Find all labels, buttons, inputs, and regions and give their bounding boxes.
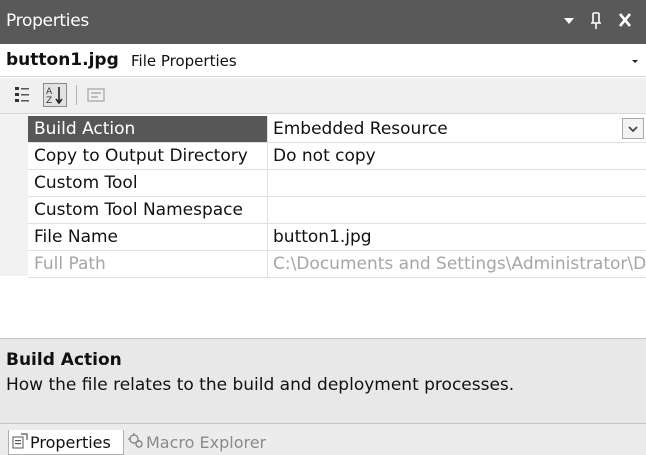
- property-name: Custom Tool: [34, 173, 138, 193]
- toolbar-separator: [76, 85, 77, 105]
- description-pane: Build Action How the file relates to the…: [0, 338, 646, 424]
- tab-macro-explorer[interactable]: Macro Explorer: [126, 430, 266, 455]
- property-row-custom-tool[interactable]: Custom Tool: [28, 170, 646, 197]
- object-type: File Properties: [131, 52, 237, 70]
- property-name: Full Path: [34, 254, 106, 274]
- property-value[interactable]: Embedded Resource: [267, 116, 646, 142]
- property-row-build-action[interactable]: Build Action Embedded Resource: [28, 116, 646, 143]
- svg-text:Z: Z: [46, 96, 52, 106]
- tab-properties[interactable]: Properties: [8, 430, 124, 455]
- tab-label: Macro Explorer: [146, 433, 267, 452]
- window-title: Properties: [6, 11, 89, 31]
- property-name: Build Action: [28, 116, 267, 142]
- property-name: Custom Tool Namespace: [34, 200, 243, 220]
- property-value[interactable]: Do not copy: [267, 143, 646, 169]
- property-row-custom-tool-namespace[interactable]: Custom Tool Namespace: [28, 197, 646, 224]
- alphabetical-icon[interactable]: A Z: [43, 83, 67, 107]
- tool-window-tabs: Properties Macro Explorer: [0, 424, 646, 455]
- property-value[interactable]: [267, 170, 646, 196]
- pin-icon[interactable]: [584, 7, 608, 33]
- property-name: File Name: [34, 227, 119, 247]
- property-row-file-name[interactable]: File Name button1.jpg: [28, 224, 646, 251]
- close-icon[interactable]: [613, 7, 637, 33]
- window-titlebar: Properties: [0, 0, 646, 44]
- object-selector[interactable]: button1.jpg File Properties: [0, 44, 646, 77]
- description-title: Build Action: [6, 350, 122, 370]
- property-value: C:\Documents and Settings\Administrator\…: [267, 251, 646, 277]
- property-grid: Build Action Embedded Resource Copy to O…: [0, 114, 646, 338]
- grid-margin: [0, 114, 28, 276]
- property-row-full-path[interactable]: Full Path C:\Documents and Settings\Admi…: [28, 251, 646, 278]
- property-row-copy-to-output[interactable]: Copy to Output Directory Do not copy: [28, 143, 646, 170]
- categorized-icon[interactable]: [11, 83, 35, 107]
- description-text: How the file relates to the build and de…: [6, 375, 515, 395]
- chevron-down-icon[interactable]: [624, 44, 646, 77]
- property-pages-icon[interactable]: [84, 83, 108, 107]
- property-value[interactable]: button1.jpg: [267, 224, 646, 250]
- property-value[interactable]: [267, 197, 646, 223]
- macro-explorer-icon: [128, 431, 144, 455]
- tab-label: Properties: [30, 433, 111, 452]
- chevron-down-icon[interactable]: [557, 7, 581, 33]
- properties-toolbar: A Z: [0, 78, 646, 114]
- object-name: button1.jpg: [6, 50, 119, 70]
- property-name: Copy to Output Directory: [34, 146, 248, 166]
- chevron-down-icon[interactable]: [622, 118, 644, 139]
- properties-icon: [12, 431, 28, 455]
